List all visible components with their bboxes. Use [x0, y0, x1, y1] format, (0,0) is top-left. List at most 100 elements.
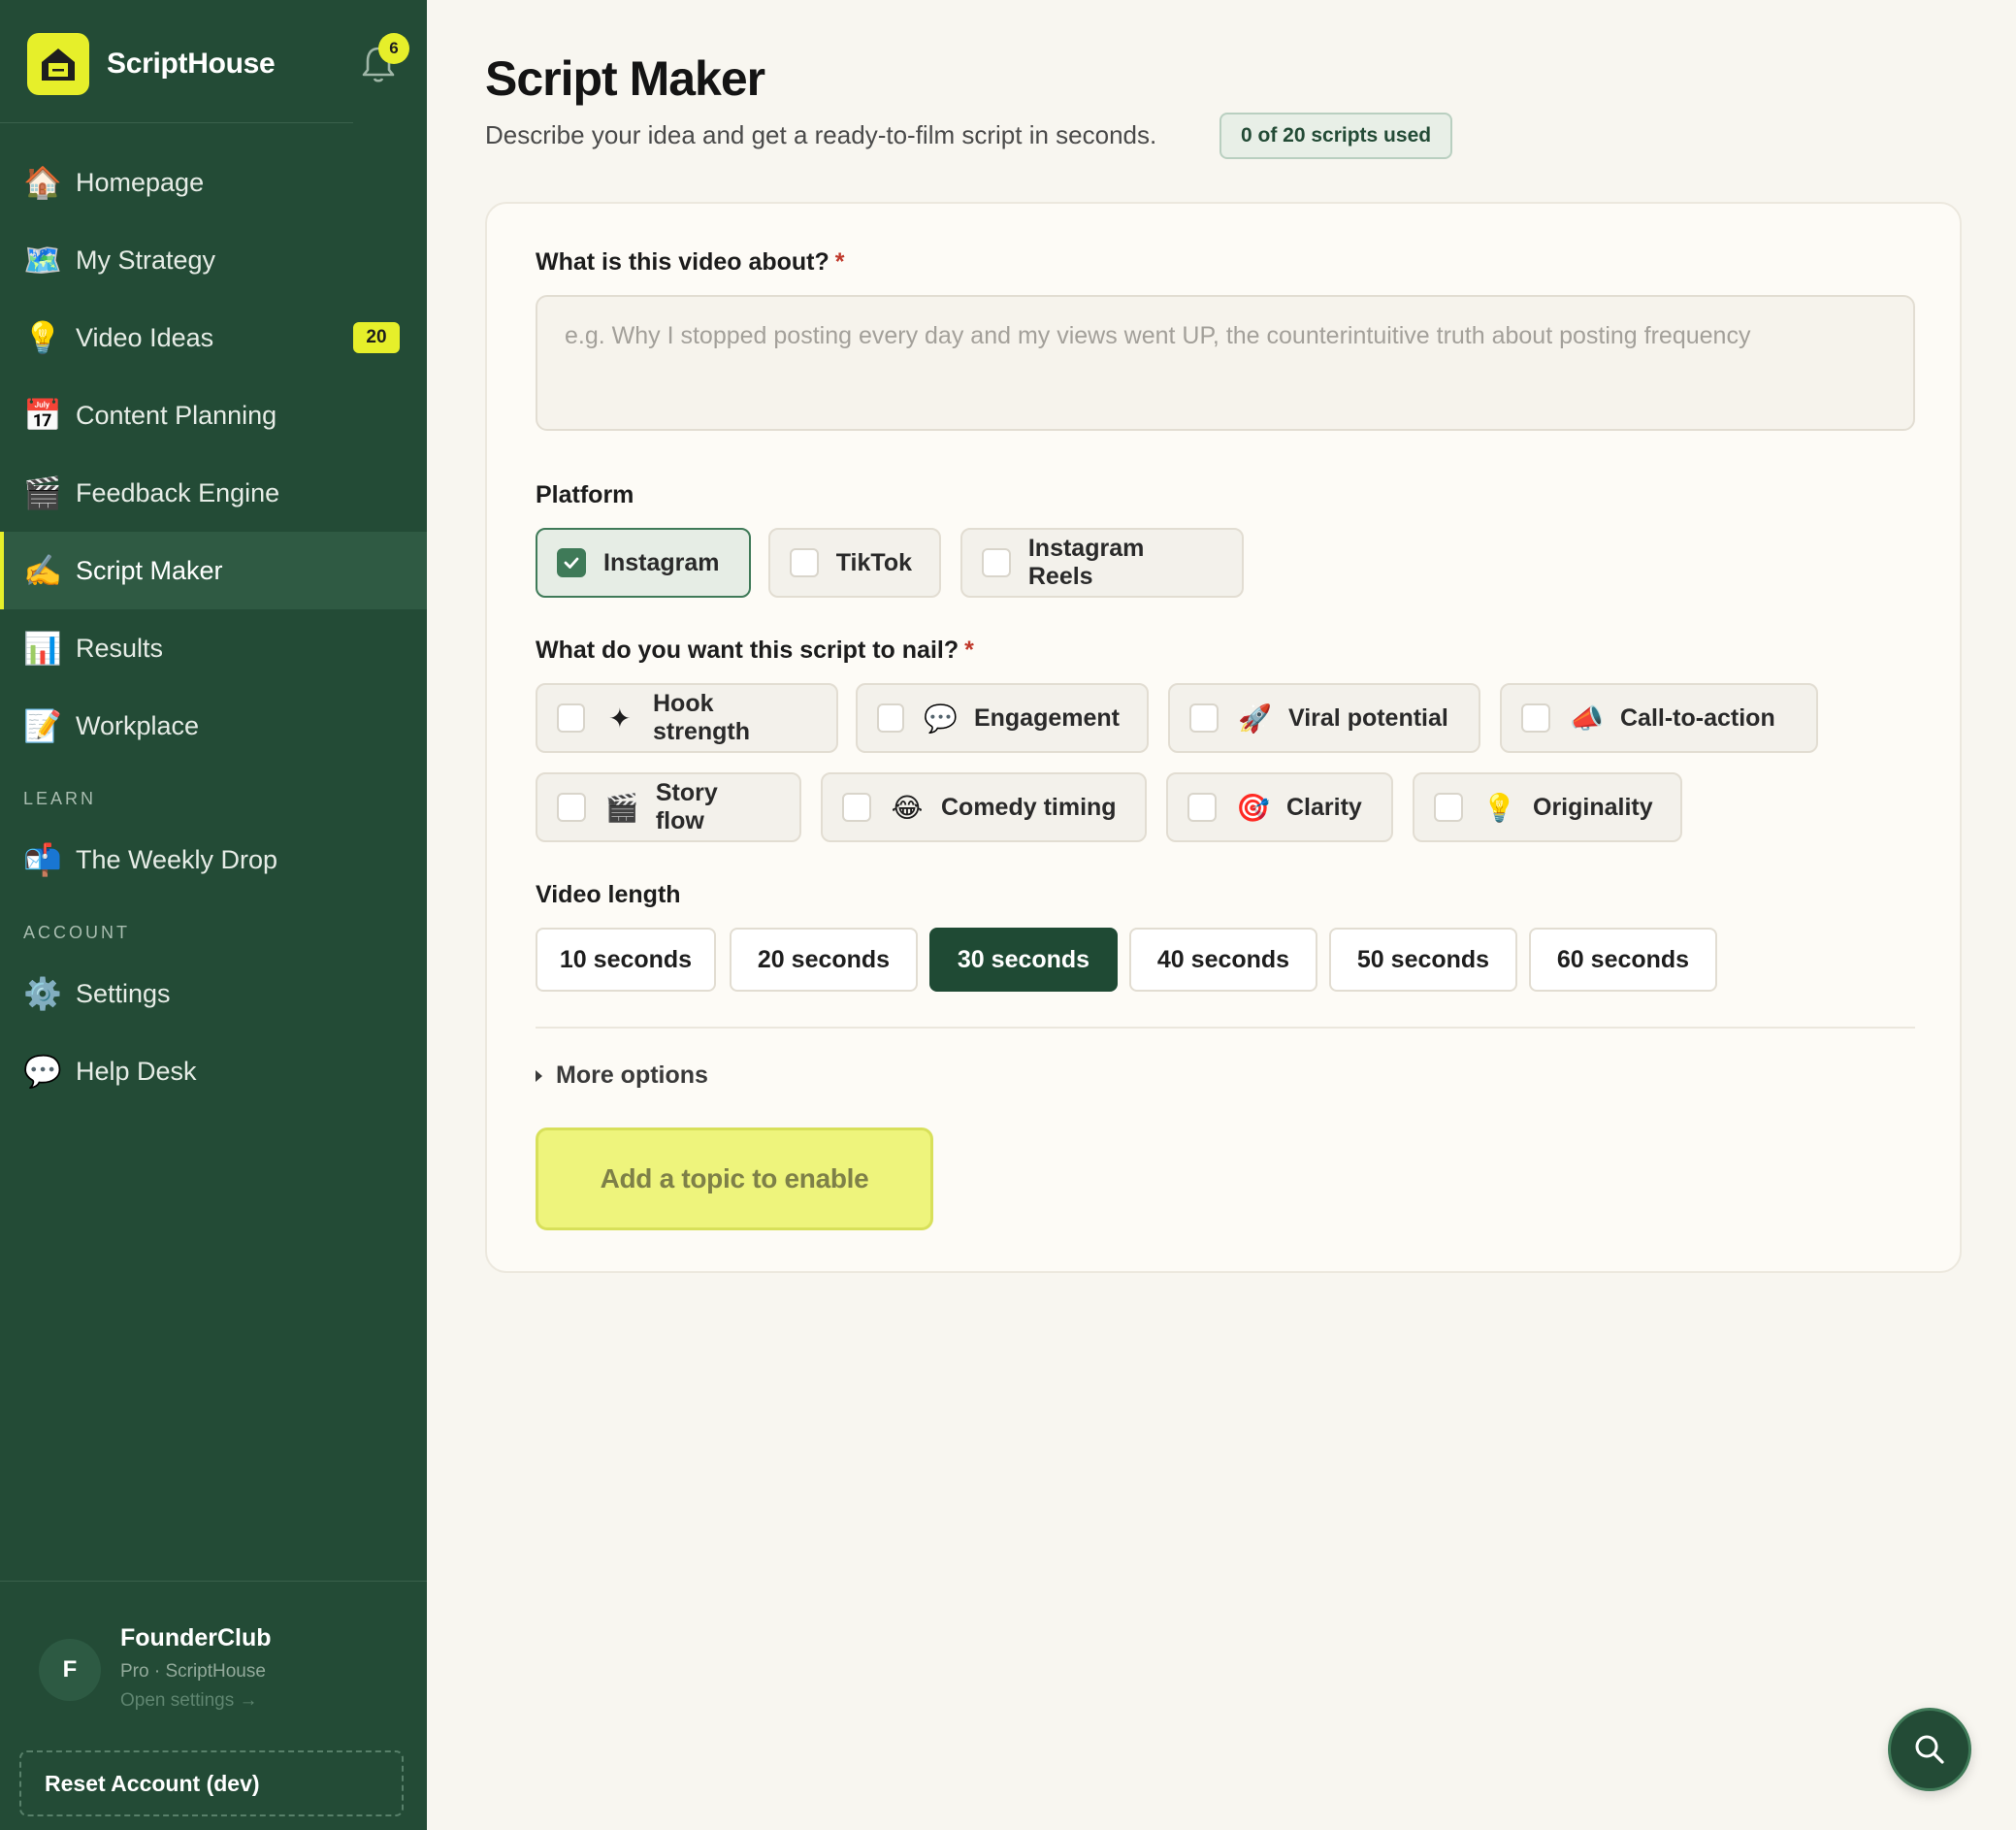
sidebar-item-label: Workplace	[76, 710, 200, 740]
chip-label: Engagement	[973, 703, 1120, 732]
mailbox-icon: 📬	[23, 842, 62, 877]
bar-chart-icon: 📊	[23, 631, 62, 666]
checkbox[interactable]	[1189, 703, 1219, 733]
platform-instagram-reels[interactable]: Instagram Reels	[960, 528, 1244, 598]
goal-call-to-action[interactable]: 📣 Call-to-action	[1500, 683, 1818, 753]
page-title: Script Maker	[485, 51, 765, 106]
chip-label: Originality	[1533, 793, 1653, 821]
goal-story-flow[interactable]: 🎬 Story flow	[536, 772, 801, 842]
topic-label: What is this video about? *	[536, 248, 845, 276]
sparkle-icon: ✦	[608, 703, 632, 734]
sidebar-item-label: Results	[76, 633, 164, 663]
checkbox[interactable]	[790, 548, 819, 577]
goal-hook-strength[interactable]: ✦ Hook strength	[536, 683, 838, 753]
section-label-account: ACCOUNT	[23, 923, 130, 942]
house-logo-icon	[27, 33, 89, 95]
goal-comedy-timing[interactable]: 😂 Comedy timing	[821, 772, 1147, 842]
sidebar-item-results[interactable]: 📊 Results	[0, 609, 427, 687]
video-length-label: Video length	[536, 881, 681, 908]
open-settings-link[interactable]: Open settings →	[120, 1690, 258, 1712]
search-icon	[1915, 1735, 1944, 1764]
clapperboard-icon: 🎬	[604, 792, 639, 823]
target-icon: 🎯	[1236, 792, 1270, 823]
speech-bubble-icon: 💬	[23, 1054, 62, 1089]
sidebar-item-label: Homepage	[76, 167, 205, 197]
sidebar-item-video-ideas[interactable]: 💡 Video Ideas 20	[0, 299, 427, 376]
page-subtitle: Describe your idea and get a ready-to-fi…	[485, 120, 1157, 149]
required-marker: *	[964, 637, 974, 664]
platform-tiktok[interactable]: TikTok	[768, 528, 941, 598]
checkbox[interactable]	[557, 793, 586, 822]
sidebar-item-label: Help Desk	[76, 1056, 197, 1086]
chip-label: Story flow	[655, 779, 718, 834]
writing-hand-icon: ✍️	[23, 553, 62, 588]
check-icon	[564, 557, 579, 569]
topic-input[interactable]	[536, 295, 1915, 431]
usage-badge: 0 of 20 scripts used	[1219, 113, 1453, 159]
goal-viral-potential[interactable]: 🚀 Viral potential	[1168, 683, 1480, 753]
sidebar-item-workplace[interactable]: 📝 Workplace	[0, 687, 427, 765]
memo-icon: 📝	[23, 708, 62, 743]
goal-originality[interactable]: 💡 Originality	[1413, 772, 1682, 842]
reset-account-button[interactable]: Reset Account (dev)	[19, 1750, 404, 1816]
calendar-icon: 📅	[23, 398, 62, 433]
goal-engagement[interactable]: 💬 Engagement	[856, 683, 1149, 753]
length-40-seconds[interactable]: 40 seconds	[1129, 928, 1317, 992]
notification-badge: 6	[378, 33, 409, 64]
section-label-learn: LEARN	[23, 789, 97, 808]
nail-label: What do you want this script to nail? *	[536, 637, 974, 664]
rocket-icon: 🚀	[1238, 703, 1272, 734]
avatar[interactable]: F	[39, 1639, 101, 1701]
script-form-card: What is this video about?* Platform Inst…	[485, 202, 1962, 1273]
required-marker: *	[834, 248, 845, 276]
sidebar-item-feedback-engine[interactable]: 🎬 Feedback Engine	[0, 454, 427, 532]
sidebar-item-homepage[interactable]: 🏠 Homepage	[0, 144, 427, 221]
checkbox[interactable]	[1434, 793, 1463, 822]
chip-label: Instagram	[603, 548, 720, 576]
length-30-seconds[interactable]: 30 seconds	[929, 928, 1118, 992]
form-divider	[536, 1027, 1915, 1029]
chip-label: Viral potential	[1288, 703, 1448, 732]
gear-icon: ⚙️	[23, 976, 62, 1011]
sidebar-item-my-strategy[interactable]: 🗺️ My Strategy	[0, 221, 427, 299]
checkbox[interactable]	[1521, 703, 1550, 733]
length-60-seconds[interactable]: 60 seconds	[1529, 928, 1717, 992]
length-10-seconds[interactable]: 10 seconds	[536, 928, 716, 992]
speech-bubble-icon: 💬	[923, 703, 958, 734]
sidebar-item-content-planning[interactable]: 📅 Content Planning	[0, 376, 427, 454]
sidebar-item-settings[interactable]: ⚙️ Settings	[0, 955, 427, 1032]
length-50-seconds[interactable]: 50 seconds	[1329, 928, 1517, 992]
account-name: FounderClub	[120, 1624, 272, 1651]
checkbox[interactable]	[877, 703, 904, 733]
sidebar-item-label: Video Ideas	[76, 322, 214, 352]
sidebar-item-weekly-drop[interactable]: 📬 The Weekly Drop	[0, 821, 427, 899]
brand-divider	[0, 122, 353, 123]
generate-script-button[interactable]: Add a topic to enable	[536, 1127, 933, 1230]
house-icon: 🏠	[23, 165, 62, 200]
laughing-face-icon: 😂	[891, 792, 924, 823]
map-icon: 🗺️	[23, 243, 62, 278]
platform-instagram[interactable]: Instagram	[536, 528, 751, 598]
goal-clarity[interactable]: 🎯 Clarity	[1166, 772, 1393, 842]
checkbox[interactable]	[1187, 793, 1217, 822]
lightbulb-icon: 💡	[23, 320, 62, 355]
account-plan: Pro · ScriptHouse	[120, 1661, 266, 1682]
length-20-seconds[interactable]: 20 seconds	[730, 928, 918, 992]
search-fab[interactable]	[1888, 1708, 1971, 1791]
chip-label: Call-to-action	[1620, 703, 1775, 732]
brand[interactable]: ScriptHouse	[27, 33, 276, 95]
sidebar-item-label: The Weekly Drop	[76, 844, 278, 874]
chip-label: TikTok	[835, 548, 912, 576]
sidebar-item-script-maker[interactable]: ✍️ Script Maker	[0, 532, 427, 609]
sidebar-item-label: Script Maker	[76, 555, 223, 585]
sidebar-item-help-desk[interactable]: 💬 Help Desk	[0, 1032, 427, 1110]
checkbox[interactable]	[982, 548, 1011, 577]
chip-label: Instagram Reels	[1027, 535, 1145, 590]
checkbox[interactable]	[557, 548, 586, 577]
chip-label: Comedy timing	[941, 793, 1117, 821]
sidebar-item-label: Settings	[76, 978, 171, 1008]
checkbox[interactable]	[557, 703, 585, 733]
megaphone-icon: 📣	[1570, 703, 1604, 734]
more-options-toggle[interactable]: More options	[536, 1062, 708, 1090]
checkbox[interactable]	[842, 793, 871, 822]
